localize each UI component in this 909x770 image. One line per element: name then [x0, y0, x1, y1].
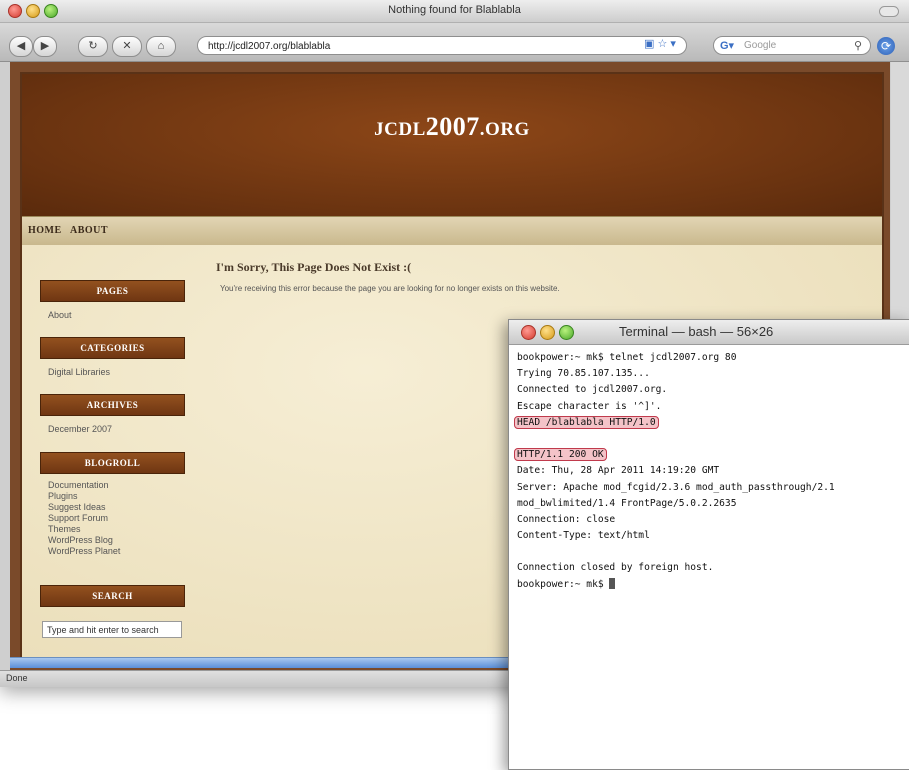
refresh-icon[interactable]: ⟳ — [877, 37, 895, 55]
terminal-line-highlighted: HTTP/1.1 200 OK — [514, 447, 907, 463]
sidebar-link-wordpress-blog[interactable]: WordPress Blog — [48, 535, 113, 546]
toolbar-toggle-button[interactable] — [879, 6, 899, 17]
search-input[interactable]: G▾ Google ⚲ — [713, 36, 871, 55]
response-status-highlight: HTTP/1.1 200 OK — [514, 448, 607, 462]
browser-titlebar: Nothing found for Blablabla — [0, 0, 909, 23]
request-highlight: HEAD /blablabla HTTP/1.0 — [514, 415, 659, 429]
back-arrow-icon: ◀ — [16, 40, 26, 52]
terminal-line: Content-Type: text/html — [517, 530, 650, 542]
sidebar-link-suggest-ideas[interactable]: Suggest Ideas — [48, 502, 106, 513]
terminal-prompt: bookpower:~ mk$ — [517, 578, 610, 590]
terminal-titlebar: Terminal — bash — 56×26 — [509, 320, 909, 345]
bookmark-star-icon[interactable]: ▣ ☆ ▾ — [644, 37, 676, 50]
sidebar-heading-pages: Pages — [40, 280, 185, 302]
terminal-line: Connection: close — [517, 513, 616, 525]
status-text: Done — [6, 673, 28, 683]
sidebar-heading-archives: Archives — [40, 394, 185, 416]
site-header: jcdl2007.org — [22, 74, 882, 216]
terminal-line: mod_bwlimited/1.4 FrontPage/5.0.2.2635 — [517, 497, 737, 509]
nav-about[interactable]: About — [70, 225, 108, 236]
forward-arrow-icon: ▶ — [40, 40, 50, 52]
terminal-line: Connection closed by foreign host. — [517, 562, 714, 574]
sidebar-link-plugins[interactable]: Plugins — [48, 491, 78, 502]
terminal-line: Date: Thu, 28 Apr 2011 14:19:20 GMT — [517, 465, 720, 477]
terminal-prompt-line: bookpower:~ mk$ — [517, 577, 907, 593]
url-field[interactable]: http://jcdl2007.org/blablabla — [197, 36, 687, 55]
sidebar-link-support-forum[interactable]: Support Forum — [48, 513, 108, 524]
reload-button[interactable]: ↻ — [78, 36, 108, 57]
sidebar-link-digital-libraries[interactable]: Digital Libraries — [48, 367, 110, 378]
terminal-line-highlighted: HEAD /blablabla HTTP/1.0 — [514, 415, 907, 431]
terminal-line: Escape character is '^]'. — [517, 400, 662, 412]
sidebar-search-input[interactable]: Type and hit enter to search — [42, 621, 182, 638]
home-button[interactable]: ⌂ — [146, 36, 176, 57]
sidebar-link-about[interactable]: About — [48, 310, 72, 321]
site-title[interactable]: jcdl2007.org — [22, 112, 882, 142]
terminal-zoom-button[interactable] — [559, 325, 574, 340]
sidebar-link-documentation[interactable]: Documentation — [48, 480, 109, 491]
sidebar-heading-blogroll: Blogroll — [40, 452, 185, 474]
sidebar-heading-categories: Categories — [40, 337, 185, 359]
google-icon: G▾ — [720, 40, 735, 52]
browser-toolbar: ◀ ▶ ↻ ✕ ⌂ http://jcdl2007.org/blablabla … — [0, 23, 909, 62]
sidebar-heading-search: Search — [40, 585, 185, 607]
terminal-line: Connected to jcdl2007.org. — [517, 384, 668, 396]
reload-icon: ↻ — [88, 40, 98, 52]
terminal-close-button[interactable] — [521, 325, 536, 340]
back-button[interactable]: ◀ — [9, 36, 33, 57]
error-message: You're receiving this error because the … — [220, 284, 560, 293]
sidebar-link-wordpress-planet[interactable]: WordPress Planet — [48, 546, 120, 557]
nav-home[interactable]: Home — [28, 225, 62, 236]
terminal-line: Server: Apache mod_fcgid/2.3.6 mod_auth_… — [517, 481, 835, 493]
sidebar-link-themes[interactable]: Themes — [48, 524, 81, 535]
site-nav: Home About — [22, 216, 882, 246]
terminal-window[interactable]: Terminal — bash — 56×26 bookpower:~ mk$ … — [508, 319, 909, 770]
forward-button[interactable]: ▶ — [33, 36, 57, 57]
home-icon: ⌂ — [157, 40, 165, 52]
sidebar-link-december-2007[interactable]: December 2007 — [48, 424, 112, 435]
error-title: I'm Sorry, This Page Does Not Exist :( — [216, 260, 412, 274]
search-placeholder: Google — [744, 40, 777, 51]
terminal-line: bookpower:~ mk$ telnet jcdl2007.org 80 — [517, 352, 737, 363]
search-icon[interactable]: ⚲ — [854, 39, 862, 52]
stop-button[interactable]: ✕ — [112, 36, 142, 57]
terminal-title: Terminal — bash — 56×26 — [619, 324, 774, 339]
window-title: Nothing found for Blablabla — [388, 4, 521, 16]
terminal-line: Trying 70.85.107.135... — [517, 368, 650, 380]
text-cursor — [609, 578, 616, 590]
terminal-minimize-button[interactable] — [540, 325, 555, 340]
terminal-output[interactable]: bookpower:~ mk$ telnet jcdl2007.org 80 T… — [514, 350, 907, 593]
stop-icon: ✕ — [122, 40, 132, 52]
